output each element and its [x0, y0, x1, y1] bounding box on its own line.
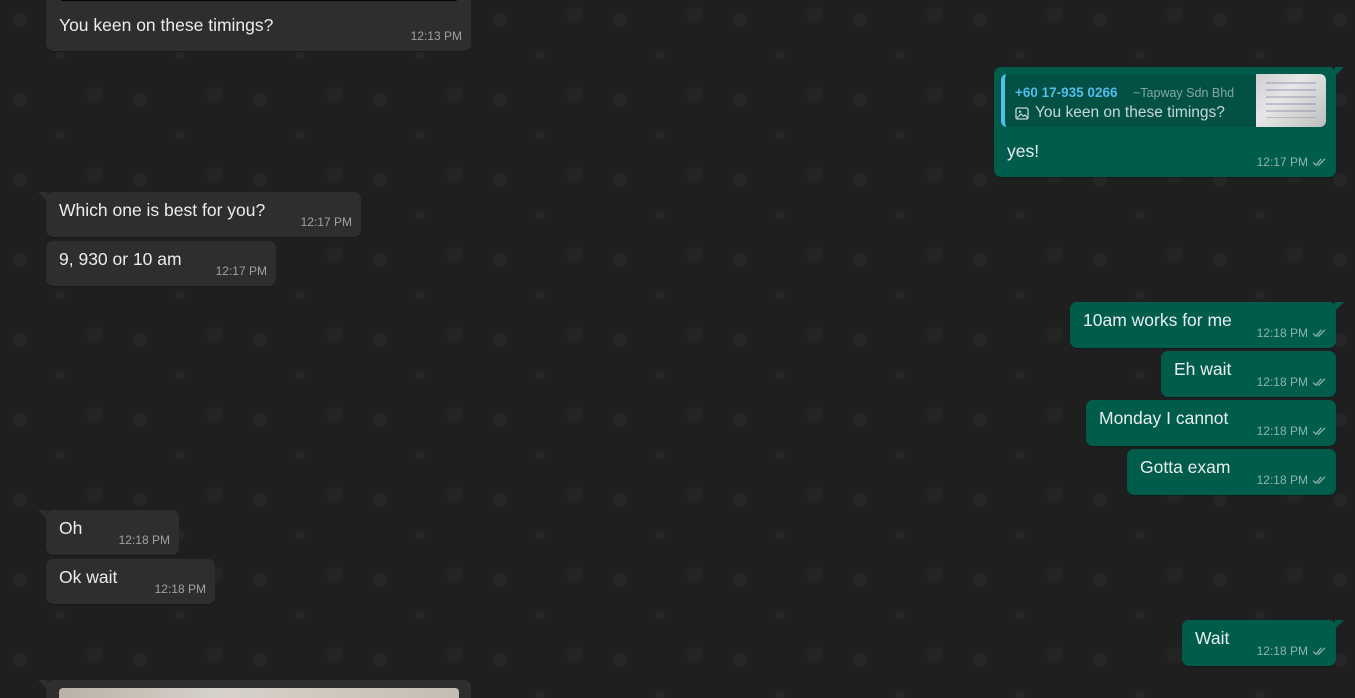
- message-time: 12:17 PM: [215, 264, 267, 278]
- message-incoming[interactable]: Ok wait 12:18 PM: [46, 559, 215, 604]
- message-text: 10am works for me: [1083, 310, 1232, 330]
- message-meta: 12:17 PM: [1257, 151, 1327, 173]
- message-time: 12:18 PM: [1256, 644, 1308, 658]
- message-outgoing[interactable]: +60 17-935 0266 ~Tapway Sdn Bhd You keen…: [994, 67, 1344, 177]
- message-text: Monday I cannot: [1099, 408, 1229, 428]
- chat-conversation: You keen on these timings? 12:13 PM +60 …: [0, 0, 1355, 698]
- double-check-icon: [1312, 378, 1326, 387]
- message-meta: 12:13 PM: [411, 25, 462, 47]
- quoted-message[interactable]: +60 17-935 0266 ~Tapway Sdn Bhd You keen…: [1001, 74, 1326, 127]
- message-text: Which one is best for you?: [59, 200, 266, 220]
- message-text: Oh: [59, 518, 83, 538]
- message-outgoing[interactable]: Monday I cannot 12:18 PM: [1086, 400, 1336, 446]
- message-incoming-image[interactable]: [38, 680, 471, 698]
- message-incoming[interactable]: You keen on these timings? 12:13 PM: [46, 0, 471, 51]
- message-incoming[interactable]: 9, 930 or 10 am 12:17 PM: [46, 241, 276, 286]
- message-incoming[interactable]: Oh 12:18 PM: [38, 510, 179, 555]
- double-check-icon: [1312, 329, 1326, 338]
- message-time: 12:17 PM: [1256, 155, 1308, 169]
- message-meta: 12:18 PM: [119, 529, 170, 551]
- message-outgoing[interactable]: Wait 12:18 PM: [1182, 620, 1344, 666]
- message-meta: 12:17 PM: [216, 260, 267, 282]
- message-outgoing[interactable]: Eh wait 12:18 PM: [1161, 351, 1336, 397]
- quoted-text: You keen on these timings?: [1035, 104, 1225, 121]
- quoted-sender: +60 17-935 0266: [1015, 85, 1118, 100]
- double-check-icon: [1312, 427, 1326, 436]
- message-text: 9, 930 or 10 am: [59, 249, 182, 269]
- message-meta: 12:18 PM: [155, 578, 206, 600]
- message-meta: 12:18 PM: [1257, 640, 1327, 662]
- double-check-icon: [1312, 158, 1326, 167]
- message-meta: 12:18 PM: [1257, 469, 1327, 491]
- message-time: 12:18 PM: [154, 582, 206, 596]
- message-outgoing[interactable]: Gotta exam 12:18 PM: [1127, 449, 1336, 495]
- message-time: 12:18 PM: [1256, 375, 1308, 389]
- message-text: Ok wait: [59, 567, 118, 587]
- message-time: 12:18 PM: [118, 533, 170, 547]
- double-check-icon: [1312, 647, 1326, 656]
- message-time: 12:13 PM: [410, 29, 462, 43]
- message-text: Wait: [1195, 628, 1230, 648]
- message-incoming[interactable]: Which one is best for you? 12:17 PM: [38, 192, 361, 237]
- message-text: yes!: [1007, 141, 1040, 161]
- message-meta: 12:18 PM: [1257, 371, 1327, 393]
- message-meta: 12:18 PM: [1257, 420, 1327, 442]
- quoted-pushname: ~Tapway Sdn Bhd: [1133, 86, 1235, 100]
- message-time: 12:18 PM: [1256, 473, 1308, 487]
- image-icon: [1015, 106, 1029, 120]
- image-attachment[interactable]: [59, 688, 459, 698]
- message-meta: 12:18 PM: [1257, 322, 1327, 344]
- message-text: Gotta exam: [1140, 457, 1231, 477]
- double-check-icon: [1312, 476, 1326, 485]
- message-text: Eh wait: [1174, 359, 1232, 379]
- quoted-image-thumbnail: [1256, 74, 1326, 127]
- quoted-text-line: You keen on these timings?: [1015, 102, 1225, 124]
- image-attachment[interactable]: [59, 0, 459, 1]
- message-time: 12:18 PM: [1256, 326, 1308, 340]
- message-outgoing[interactable]: 10am works for me 12:18 PM: [1070, 302, 1344, 348]
- message-text: You keen on these timings?: [59, 15, 274, 35]
- message-time: 12:17 PM: [300, 215, 352, 229]
- message-time: 12:18 PM: [1256, 424, 1308, 438]
- message-meta: 12:17 PM: [301, 211, 352, 233]
